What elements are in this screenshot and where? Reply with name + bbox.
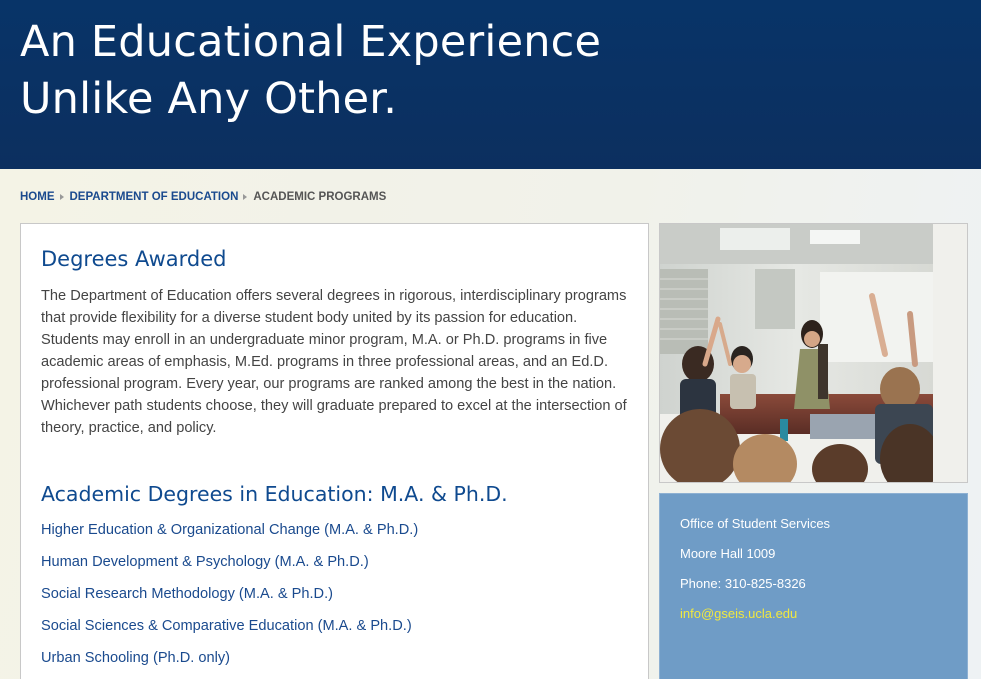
breadcrumb-separator-icon	[243, 194, 248, 200]
degrees-heading: Degrees Awarded	[41, 247, 227, 271]
breadcrumb-home[interactable]: HOME	[20, 191, 55, 203]
list-item: Social Sciences & Comparative Education …	[41, 616, 418, 648]
academic-degrees-heading: Academic Degrees in Education: M.A. & Ph…	[41, 482, 508, 506]
hero-title-line-1: An Educational Experience	[20, 17, 602, 67]
list-item: Human Development & Psychology (M.A. & P…	[41, 552, 418, 584]
list-item: Social Research Methodology (M.A. & Ph.D…	[41, 584, 418, 616]
list-item: Urban Schooling (Ph.D. only)	[41, 648, 418, 679]
hero-title: An Educational Experience Unlike Any Oth…	[20, 14, 720, 128]
breadcrumb: HOME DEPARTMENT OF EDUCATION ACADEMIC PR…	[20, 190, 386, 204]
classroom-photo	[660, 224, 933, 482]
office-location: Moore Hall 1009	[680, 546, 776, 561]
program-link-urban-schooling[interactable]: Urban Schooling (Ph.D. only)	[41, 650, 230, 666]
classroom-photo-icon	[660, 224, 933, 482]
breadcrumb-separator-icon	[59, 194, 64, 200]
hero-title-line-2: Unlike Any Other.	[20, 74, 398, 124]
photo-panel	[659, 223, 968, 483]
breadcrumb-department[interactable]: DEPARTMENT OF EDUCATION	[70, 191, 239, 203]
main-content: Degrees Awarded The Department of Educat…	[20, 223, 649, 679]
program-link-social-research[interactable]: Social Research Methodology (M.A. & Ph.D…	[41, 586, 333, 602]
program-link-higher-education[interactable]: Higher Education & Organizational Change…	[41, 522, 418, 538]
hero-banner: An Educational Experience Unlike Any Oth…	[0, 0, 981, 169]
contact-panel: Office of Student Services Moore Hall 10…	[659, 493, 968, 679]
program-link-human-development[interactable]: Human Development & Psychology (M.A. & P…	[41, 554, 369, 570]
breadcrumb-current: ACADEMIC PROGRAMS	[253, 191, 387, 203]
email-link[interactable]: info@gseis.ucla.edu	[680, 606, 797, 621]
program-link-social-sciences[interactable]: Social Sciences & Comparative Education …	[41, 618, 412, 634]
office-phone: Phone: 310-825-8326	[680, 576, 806, 591]
list-item: Higher Education & Organizational Change…	[41, 520, 418, 552]
office-name: Office of Student Services	[680, 516, 831, 531]
program-list: Higher Education & Organizational Change…	[41, 520, 418, 679]
intro-paragraph: The Department of Education offers sever…	[41, 288, 627, 436]
